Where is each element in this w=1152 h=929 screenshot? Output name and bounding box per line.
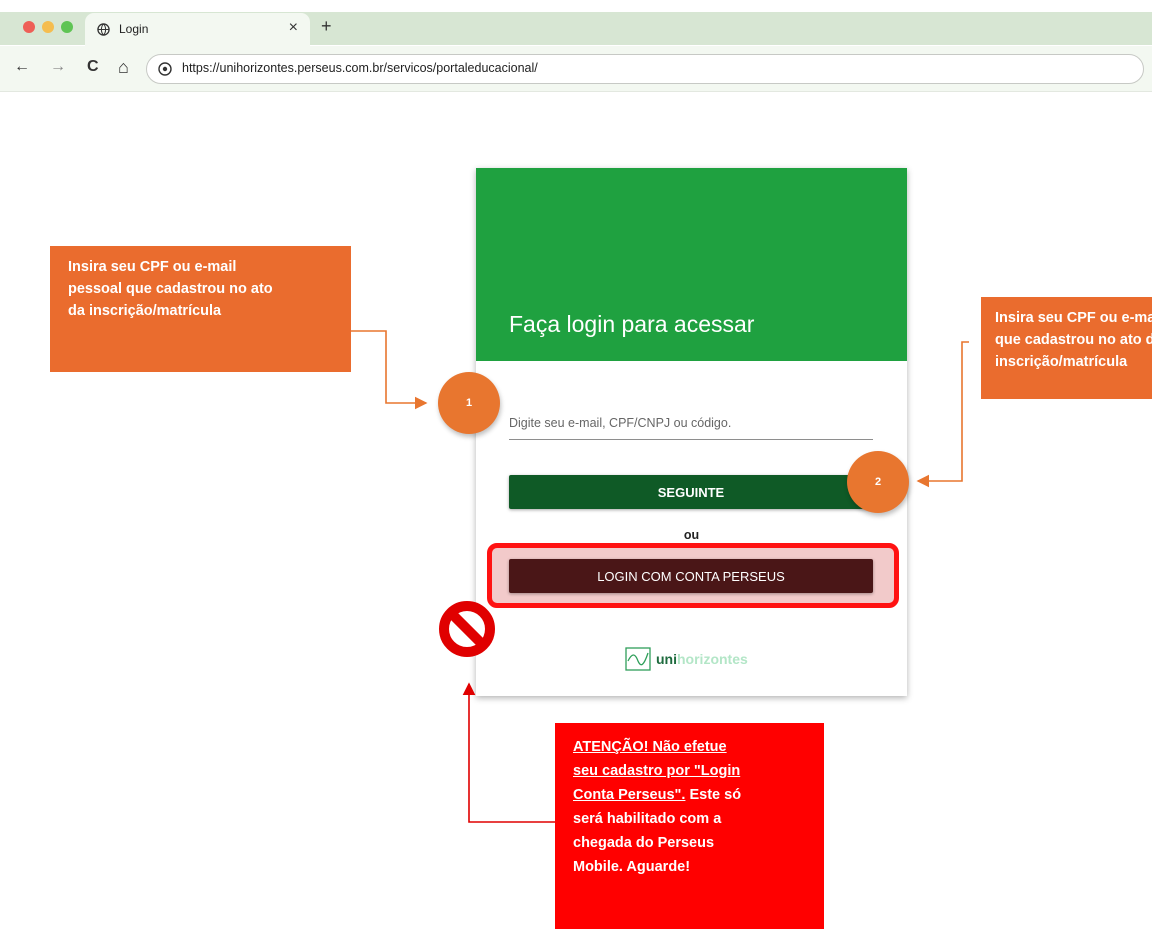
warning-line: Mobile. Aguarde!	[573, 859, 691, 875]
window-close-dot[interactable]	[23, 21, 35, 33]
connector-arrow-2	[916, 341, 969, 488]
step-badge-1: 1	[438, 372, 500, 434]
callout-line: Insira seu CPF ou e-mail	[68, 259, 237, 275]
globe-icon	[97, 23, 110, 36]
tab-title: Login	[119, 22, 149, 36]
warning-callout: ATENÇÃO! Não efetue seu cadastro por "Lo…	[555, 723, 824, 929]
instruction-callout-right: Insira seu CPF ou e-mail que cadastrou n…	[981, 297, 1152, 399]
or-separator: ou	[683, 528, 700, 542]
back-arrow-icon[interactable]: ←	[14, 57, 30, 77]
window-minimize-dot[interactable]	[42, 21, 54, 33]
logo-text: unihorizontes	[656, 651, 748, 667]
forward-arrow-icon[interactable]: →	[50, 57, 66, 77]
logo-wave-icon	[625, 647, 651, 671]
login-header: Faça login para acessar	[476, 168, 907, 361]
login-title: Faça login para acessar	[509, 311, 755, 337]
login-identifier-input[interactable]	[509, 407, 873, 440]
warning-line: ATENÇÃO! Não efetue	[573, 739, 727, 755]
step-badge-2: 2	[847, 451, 909, 513]
site-info-icon[interactable]	[158, 62, 172, 76]
warning-line: seu cadastro por "Login	[573, 763, 741, 779]
login-perseus-button[interactable]: LOGIN COM CONTA PERSEUS	[509, 559, 873, 593]
home-icon[interactable]: ⌂	[118, 57, 129, 77]
warning-line: será habilitado com a	[573, 811, 722, 827]
callout-line: que cadastrou no ato da	[995, 332, 1152, 348]
connector-arrow-1	[351, 330, 428, 410]
new-tab-button[interactable]: +	[321, 16, 332, 37]
callout-line: da inscrição/matrícula	[68, 303, 222, 319]
warning-line: chegada do Perseus	[573, 835, 715, 851]
callout-line: Insira seu CPF ou e-mail	[995, 310, 1152, 326]
window-maximize-dot[interactable]	[61, 21, 73, 33]
screenshot: Login × + ← → C ⌂ https://unihorizontes.…	[0, 0, 1152, 929]
address-bar[interactable]: https://unihorizontes.perseus.com.br/ser…	[146, 54, 1144, 84]
callout-line: pessoal que cadastrou no ato	[68, 281, 273, 297]
instruction-callout-left: Insira seu CPF ou e-mail pessoal que cad…	[50, 246, 351, 372]
next-button[interactable]: SEGUINTE	[509, 475, 873, 509]
browser-tab[interactable]: Login ×	[85, 13, 310, 46]
reload-icon[interactable]: C	[87, 57, 99, 77]
connector-arrow-warning	[462, 682, 555, 823]
warning-line: Conta Perseus". Este só	[573, 787, 742, 803]
url-text[interactable]: https://unihorizontes.perseus.com.br/ser…	[182, 61, 538, 75]
login-card: Faça login para acessar SEGUINTE ou LOGI…	[476, 168, 907, 696]
tab-close-icon[interactable]: ×	[289, 19, 298, 37]
callout-line: inscrição/matrícula	[995, 354, 1128, 370]
